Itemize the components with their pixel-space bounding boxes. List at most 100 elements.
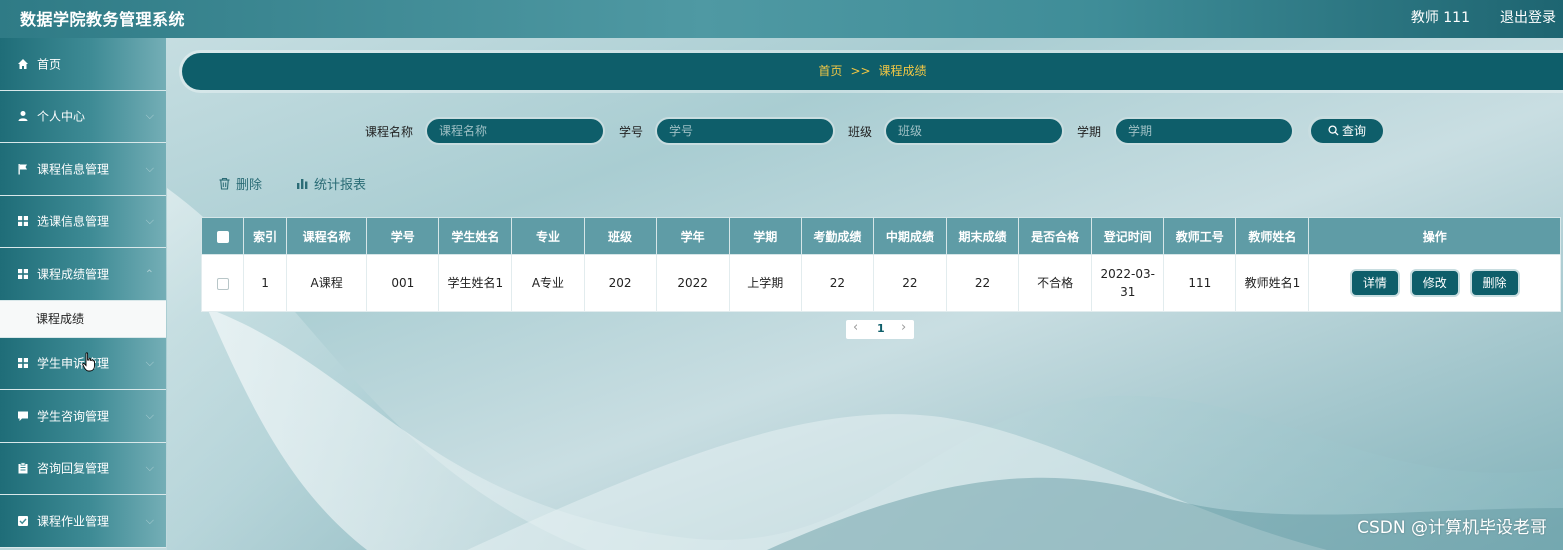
chevron-up-icon: ⌃	[144, 267, 154, 281]
query-button[interactable]: 查询	[1308, 116, 1386, 146]
column-header: 学年	[655, 217, 730, 255]
detail-button[interactable]: 详情	[1349, 269, 1400, 297]
column-header: 是否合格	[1018, 217, 1093, 255]
logout-link[interactable]: 退出登录	[1500, 7, 1556, 27]
row-checkbox[interactable]	[216, 277, 229, 290]
sidebar-item-homework[interactable]: 课程作业管理 ⌵	[0, 495, 166, 548]
sidebar-item-label: 选课信息管理	[37, 214, 110, 229]
edit-button[interactable]: 修改	[1409, 269, 1460, 297]
prev-page-button[interactable]: ‹	[853, 320, 858, 335]
sidebar-item-label: 课程作业管理	[37, 514, 110, 529]
search-icon	[1328, 125, 1339, 136]
date-line-2: 31	[1120, 285, 1136, 299]
sidebar-item-label: 学生申诉管理	[37, 356, 110, 371]
hand-cursor-icon	[82, 352, 95, 372]
column-header: 操作	[1308, 217, 1561, 255]
cell-teacher-name: 教师姓名1	[1235, 254, 1310, 312]
sidebar-item-course-selection[interactable]: 选课信息管理 ⌵	[0, 195, 166, 248]
report-button-label: 统计报表	[314, 178, 367, 193]
home-icon	[18, 58, 28, 69]
column-header: 学期	[728, 217, 802, 255]
breadcrumb-current: 课程成绩	[878, 64, 927, 78]
cell-student-no: 001	[366, 254, 440, 312]
flag-icon	[18, 163, 27, 175]
cell-year: 2022	[655, 254, 730, 312]
breadcrumb: 首页 >> 课程成绩	[182, 53, 1563, 90]
pagination: ‹ 1 ›	[846, 320, 914, 339]
sidebar-item-student-consult[interactable]: 学生咨询管理 ⌵	[0, 390, 166, 443]
select-all-checkbox-cell[interactable]	[200, 217, 245, 255]
student-no-label: 学号	[619, 125, 644, 139]
cell-actions: 详情 修改 删除	[1308, 254, 1561, 312]
column-header: 学生姓名	[438, 217, 513, 255]
column-header: 考勤成绩	[800, 217, 874, 255]
cell-midterm: 22	[872, 254, 947, 312]
column-header: 教师工号	[1163, 217, 1237, 255]
row-checkbox-cell[interactable]	[200, 254, 245, 312]
delete-button[interactable]: 删除	[218, 174, 262, 193]
sidebar-item-grade-management[interactable]: 课程成绩管理 ⌃	[0, 248, 166, 301]
student-no-input[interactable]	[655, 117, 835, 145]
column-header: 课程名称	[286, 217, 368, 255]
sidebar-item-label: 首页	[37, 57, 62, 72]
grid-icon	[18, 358, 28, 369]
chevron-down-icon: ⌵	[145, 461, 154, 475]
grid-icon	[18, 216, 28, 227]
class-input[interactable]	[884, 117, 1064, 145]
next-page-button[interactable]: ›	[901, 320, 906, 335]
column-header: 登记时间	[1091, 217, 1165, 255]
term-label: 学期	[1077, 125, 1102, 139]
sidebar-item-label: 学生咨询管理	[37, 409, 110, 424]
cell-index: 1	[243, 254, 288, 312]
column-header: 班级	[583, 217, 657, 255]
class-label: 班级	[848, 125, 873, 139]
cell-teacher-no: 111	[1163, 254, 1237, 312]
chevron-down-icon: ⌵	[145, 214, 154, 228]
clipboard-icon	[18, 462, 28, 474]
cell-course: A课程	[286, 254, 368, 312]
trash-icon	[219, 177, 230, 190]
report-button[interactable]: 统计报表	[296, 174, 366, 193]
table-header-row: 索引 课程名称 学号 学生姓名 专业 班级 学年 学期 考勤成绩 中期成绩 期末…	[200, 217, 1561, 255]
row-delete-button[interactable]: 删除	[1469, 269, 1520, 297]
chevron-down-icon: ⌵	[145, 161, 154, 175]
sidebar-item-label: 咨询回复管理	[37, 461, 110, 476]
column-header: 索引	[243, 217, 288, 255]
sidebar-item-home[interactable]: 首页	[0, 38, 166, 91]
breadcrumb-home[interactable]: 首页	[818, 64, 842, 78]
select-all-checkbox[interactable]	[216, 230, 229, 243]
chevron-down-icon: ⌵	[145, 513, 154, 527]
page-number-1[interactable]: 1	[877, 322, 885, 335]
checkbox-icon	[18, 515, 28, 526]
course-name-label: 课程名称	[365, 125, 414, 139]
sidebar-item-label: 课程成绩管理	[37, 267, 110, 282]
cell-final: 22	[945, 254, 1020, 312]
delete-button-label: 删除	[236, 178, 263, 193]
sidebar: 首页 个人中心 ⌵ 课程信息管理 ⌵ 选课信息管理 ⌵ 课程成绩管理 ⌃ 课程成…	[0, 38, 166, 550]
column-header: 教师姓名	[1235, 217, 1310, 255]
cell-register-date: 2022-03- 31	[1091, 254, 1165, 312]
column-header: 期末成绩	[945, 217, 1020, 255]
cell-student-name: 学生姓名1	[438, 254, 513, 312]
date-line-1: 2022-03-	[1100, 267, 1155, 281]
table-row: 1 A课程 001 学生姓名1 A专业 202 2022 上学期 22 22 2…	[200, 254, 1561, 312]
cell-passed: 不合格	[1018, 254, 1093, 312]
grades-table: 索引 课程名称 学号 学生姓名 专业 班级 学年 学期 考勤成绩 中期成绩 期末…	[200, 217, 1561, 312]
cell-major: A专业	[511, 254, 585, 312]
chevron-down-icon: ⌵	[145, 356, 154, 370]
column-header: 专业	[511, 217, 585, 255]
search-form: 课程名称 学号 班级 学期 查询	[0, 116, 1563, 146]
cell-class: 202	[583, 254, 657, 312]
course-name-input[interactable]	[425, 117, 605, 145]
sidebar-item-consult-reply[interactable]: 咨询回复管理 ⌵	[0, 442, 166, 495]
sidebar-subitem-course-grades[interactable]: 课程成绩	[0, 300, 166, 338]
watermark-text: CSDN @计算机毕设老哥	[1357, 518, 1547, 538]
cell-attendance: 22	[800, 254, 874, 312]
term-input[interactable]	[1114, 117, 1294, 145]
app-title: 数据学院教务管理系统	[20, 10, 186, 29]
sidebar-item-course-info[interactable]: 课程信息管理 ⌵	[0, 143, 166, 196]
grid-icon	[18, 268, 28, 279]
current-user: 教师 111	[1410, 10, 1470, 26]
column-header: 中期成绩	[872, 217, 947, 255]
top-header: 数据学院教务管理系统 教师 111 退出登录	[0, 0, 1563, 38]
